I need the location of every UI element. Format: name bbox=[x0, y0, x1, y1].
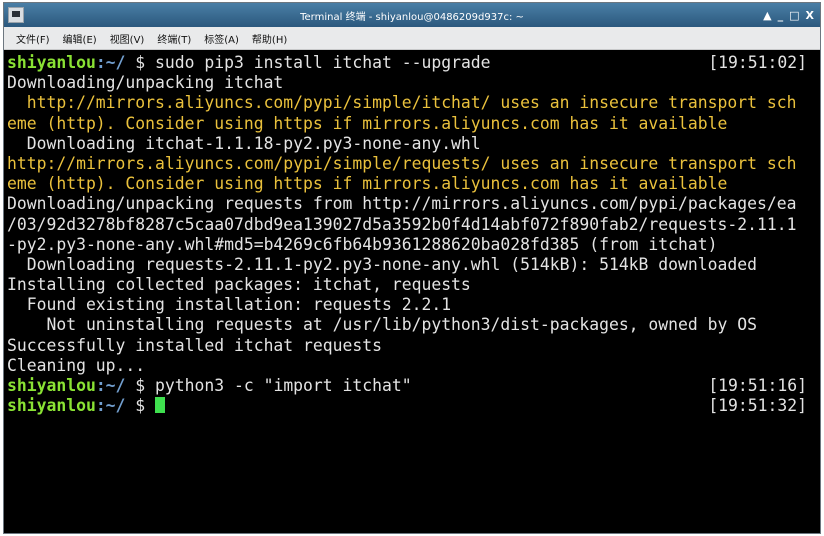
output-line: Downloading itchat-1.1.18-py2.py3-none-a… bbox=[7, 133, 481, 153]
warning-line: eme (http). Consider using https if mirr… bbox=[7, 174, 728, 194]
menu-help[interactable]: 帮助(H) bbox=[252, 31, 287, 46]
menu-bar: 文件(F) 编辑(E) 视图(V) 终端(T) 标签(A) 帮助(H) bbox=[4, 27, 820, 50]
timestamp: [19:51:16] bbox=[708, 376, 807, 395]
minimize-icon[interactable]: ▲ bbox=[763, 9, 771, 22]
warning-line: http://mirrors.aliyuncs.com/pypi/simple/… bbox=[7, 93, 797, 113]
output-line: Downloading/unpacking itchat bbox=[7, 73, 284, 93]
terminal-app-icon bbox=[8, 7, 24, 23]
prompt-symbol: $ bbox=[125, 376, 156, 395]
prompt-path: :~/ bbox=[95, 376, 126, 395]
menu-file[interactable]: 文件(F) bbox=[16, 31, 50, 46]
window-controls: ▲ _ □ X bbox=[763, 3, 814, 27]
output-line: Cleaning up... bbox=[7, 355, 146, 375]
prompt-user: shiyanlou bbox=[7, 53, 96, 72]
command-text: sudo pip3 install itchat --upgrade bbox=[155, 53, 491, 72]
output-line: Found existing installation: requests 2.… bbox=[7, 295, 452, 315]
menu-edit[interactable]: 编辑(E) bbox=[63, 31, 97, 46]
prompt-symbol: $ bbox=[125, 396, 156, 416]
output-line: Not uninstalling requests at /usr/lib/py… bbox=[7, 315, 757, 335]
maximize-icon[interactable]: □ bbox=[789, 9, 799, 22]
close-icon[interactable]: X bbox=[806, 9, 814, 22]
menu-tabs[interactable]: 标签(A) bbox=[204, 31, 239, 46]
prompt-user: shiyanlou bbox=[7, 376, 96, 395]
text-cursor bbox=[155, 397, 166, 414]
output-line: Downloading requests-2.11.1-py2.py3-none… bbox=[7, 254, 757, 274]
output-line: Successfully installed itchat requests bbox=[7, 335, 382, 355]
window-title: Terminal 终端 - shiyanlou@0486209d937c: ~ bbox=[300, 11, 524, 23]
warning-line: http://mirrors.aliyuncs.com/pypi/simple/… bbox=[7, 153, 797, 173]
command-text: python3 -c "import itchat" bbox=[155, 376, 412, 395]
prompt-user: shiyanlou bbox=[7, 396, 96, 416]
output-line: /03/92d3278bf8287c5caa07dbd9ea139027d5a3… bbox=[7, 214, 797, 234]
prompt-path: :~/ bbox=[95, 53, 126, 72]
menu-view[interactable]: 视图(V) bbox=[110, 31, 145, 46]
prompt-symbol: $ bbox=[125, 53, 156, 72]
title-bar[interactable]: Terminal 终端 - shiyanlou@0486209d937c: ~ … bbox=[4, 3, 820, 27]
prompt-path: :~/ bbox=[95, 396, 126, 416]
menu-terminal[interactable]: 终端(T) bbox=[157, 31, 191, 46]
output-line: -py2.py3-none-any.whl#md5=b4269c6fb64b93… bbox=[7, 234, 718, 254]
output-line: Downloading/unpacking requests from http… bbox=[7, 194, 797, 214]
timestamp: [19:51:02] bbox=[708, 53, 807, 72]
output-line: Installing collected packages: itchat, r… bbox=[7, 275, 471, 295]
warning-line: eme (http). Consider using https if mirr… bbox=[7, 113, 728, 133]
prompt-line: shiyanlou:~/ $ [19:51:32] bbox=[7, 396, 820, 416]
terminal-output[interactable]: shiyanlou:~/ $ sudo pip3 install itchat … bbox=[7, 53, 820, 533]
restore-icon[interactable]: _ bbox=[778, 9, 784, 22]
prompt-line: shiyanlou:~/ $ python3 -c "import itchat… bbox=[7, 376, 820, 396]
terminal-window: Terminal 终端 - shiyanlou@0486209d937c: ~ … bbox=[3, 2, 821, 534]
prompt-line: shiyanlou:~/ $ sudo pip3 install itchat … bbox=[7, 53, 820, 73]
timestamp: [19:51:32] bbox=[708, 396, 807, 416]
